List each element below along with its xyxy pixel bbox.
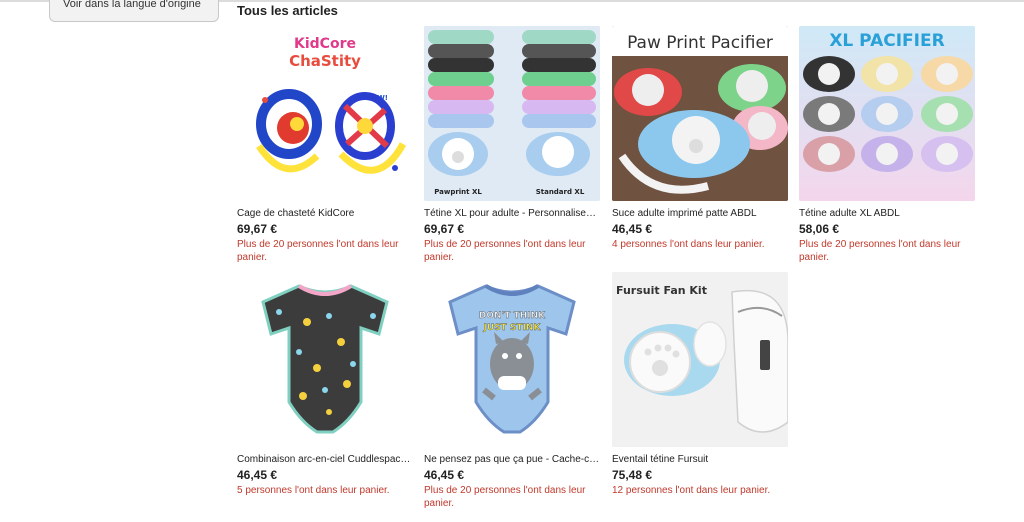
product-card-xl-pacifier[interactable]: XL PACIFIER Tétine adulte XL ABDL 58,06 … bbox=[799, 26, 975, 264]
product-title[interactable]: Suce adulte imprimé patte ABDL bbox=[612, 208, 788, 220]
product-image[interactable] bbox=[237, 272, 413, 447]
product-image[interactable]: Paw Print Pacifier bbox=[612, 26, 788, 201]
svg-text:JUST STINK: JUST STINK bbox=[483, 323, 542, 333]
product-title[interactable]: Éventail tétine Fursuit bbox=[612, 454, 788, 466]
product-card-dont-think-onesie[interactable]: DON'T THINK JUST STINK Ne pensez pas que… bbox=[424, 272, 600, 510]
product-card-paw-print-pacifier[interactable]: Paw Print Pacifier Suce adulte imprimé p… bbox=[612, 26, 788, 251]
product-image[interactable]: Pawprint XL Standard XL bbox=[424, 26, 600, 201]
cart-count-note: 4 personnes l'ont dans leur panier. bbox=[612, 239, 765, 250]
product-title[interactable]: Tétine adulte XL ABDL bbox=[799, 208, 975, 220]
svg-text:KidCore: KidCore bbox=[294, 36, 356, 52]
svg-text:Pawprint XL: Pawprint XL bbox=[434, 188, 482, 196]
cart-count-note: Plus de 20 personnes l'ont dans leur pan… bbox=[237, 239, 399, 263]
product-image[interactable]: Fursuit Fan Kit bbox=[612, 272, 788, 447]
svg-text:Standard XL: Standard XL bbox=[536, 188, 585, 196]
product-card-kidcore-cage[interactable]: KidCore ChaStity POW! Cage de chasteté K… bbox=[237, 26, 413, 264]
product-price: 75,48 € bbox=[612, 468, 653, 482]
cart-count-note: Plus de 20 personnes l'ont dans leur pan… bbox=[424, 485, 586, 509]
product-card-fursuit-fan[interactable]: Fursuit Fan Kit Éventail tétine Fursuit … bbox=[612, 272, 788, 497]
product-price: 46,45 € bbox=[612, 222, 653, 236]
svg-text:DON'T THINK: DON'T THINK bbox=[479, 311, 546, 321]
cart-count-note: 12 personnes l'ont dans leur panier. bbox=[612, 485, 771, 496]
cart-count-note: 5 personnes l'ont dans leur panier. bbox=[237, 485, 390, 496]
svg-text:Fursuit Fan Kit: Fursuit Fan Kit bbox=[616, 284, 707, 297]
product-title[interactable]: Ne pensez pas que ça pue - Cache-couche … bbox=[424, 454, 600, 466]
product-card-rainbow-onesie[interactable]: Combinaison arc-en-ciel Cuddlespace ABDL… bbox=[237, 272, 413, 497]
product-image[interactable]: DON'T THINK JUST STINK bbox=[424, 272, 600, 447]
svg-text:XL PACIFIER: XL PACIFIER bbox=[829, 31, 944, 51]
product-image[interactable]: XL PACIFIER bbox=[799, 26, 975, 201]
svg-text:ChaStity: ChaStity bbox=[289, 52, 361, 70]
product-title[interactable]: Cage de chasteté KidCore bbox=[237, 208, 413, 220]
product-price: 46,45 € bbox=[424, 468, 465, 482]
product-image[interactable]: KidCore ChaStity POW! bbox=[237, 26, 413, 201]
product-card-xl-pacifier-custom[interactable]: Pawprint XL Standard XL Tétine XL pour a… bbox=[424, 26, 600, 264]
cart-count-note: Plus de 20 personnes l'ont dans leur pan… bbox=[424, 239, 586, 263]
product-price: 58,06 € bbox=[799, 222, 840, 236]
product-title[interactable]: Combinaison arc-en-ciel Cuddlespace ABDL bbox=[237, 454, 413, 466]
section-title: Tous les articles bbox=[237, 3, 338, 18]
product-price: 69,67 € bbox=[237, 222, 278, 236]
product-price: 46,45 € bbox=[237, 468, 278, 482]
view-original-language-button[interactable]: Voir dans la langue d'origine bbox=[49, 0, 219, 22]
view-original-language-label: Voir dans la langue d'origine bbox=[63, 0, 201, 10]
cart-count-note: Plus de 20 personnes l'ont dans leur pan… bbox=[799, 239, 961, 263]
svg-text:Paw Print Pacifier: Paw Print Pacifier bbox=[627, 33, 773, 53]
product-price: 69,67 € bbox=[424, 222, 465, 236]
product-title[interactable]: Tétine XL pour adulte - Personnalisez la… bbox=[424, 208, 600, 220]
